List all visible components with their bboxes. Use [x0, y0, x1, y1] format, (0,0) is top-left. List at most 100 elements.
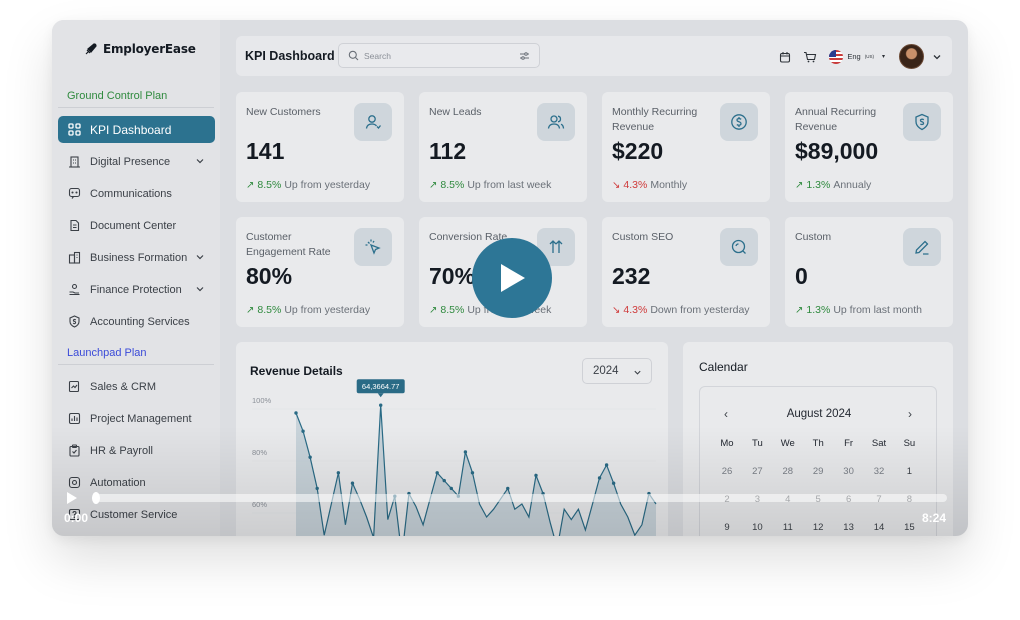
sidebar-item-finance-protection[interactable]: Finance Protection	[58, 276, 215, 303]
kpi-card-custom[interactable]: Custom 0 ↗ 1.3% Up from last month	[785, 217, 953, 327]
data-point	[449, 486, 453, 491]
kpi-value: $89,000	[795, 138, 879, 164]
document-icon	[67, 219, 81, 233]
sidebar-item-sales-crm[interactable]: Sales & CRM	[58, 373, 215, 400]
calendar-icon[interactable]	[779, 51, 791, 63]
chevron-down-icon	[196, 287, 204, 292]
video-player[interactable]: EmployerEase Ground Control Plan KPI Das…	[52, 20, 968, 536]
revenue-panel: Revenue Details 2024 100% 80% 60% 64,3664.7…	[236, 342, 668, 536]
users-icon	[537, 103, 575, 141]
chat-icon	[67, 187, 81, 201]
kpi-label: New Leads	[429, 106, 482, 118]
kpi-card-new-leads[interactable]: New Leads 112 ↗ 8.5% Up from last week	[419, 92, 587, 202]
trend-up-icon: ↗	[795, 179, 804, 191]
data-point	[294, 411, 298, 415]
data-point	[308, 455, 312, 459]
sidebar-item-digital-presence[interactable]: Digital Presence	[58, 148, 215, 175]
kpi-trend: ↘ 4.3% Monthly	[612, 179, 687, 191]
logo[interactable]: EmployerEase	[84, 42, 196, 56]
sidebar-item-label: Automation	[90, 476, 146, 489]
rocket-icon	[85, 43, 97, 55]
calendar-day[interactable]: 28	[775, 466, 801, 477]
calendar-day[interactable]: 9	[714, 522, 740, 533]
kpi-card-mrr[interactable]: Monthly Recurring Revenue $220 ↘ 4.3% Mont…	[602, 92, 770, 202]
avatar[interactable]	[899, 44, 924, 69]
sidebar-item-label: Digital Presence	[90, 155, 171, 168]
filter-icon[interactable]	[519, 51, 530, 61]
kpi-note: Up from last month	[833, 304, 923, 316]
trend-up-icon: ↗	[429, 304, 438, 316]
sidebar-item-hr-payroll[interactable]: HR & Payroll	[58, 437, 215, 464]
kpi-card-arr[interactable]: Annual Recurring Revenue $89,000 ↗ 1.3% An…	[785, 92, 953, 202]
progress-knob[interactable]	[92, 492, 100, 504]
calendar-day[interactable]: 29	[805, 466, 831, 477]
kpi-value: $220	[612, 138, 664, 164]
top-bar: KPI Dashboard Search Eng (US) ▾	[236, 36, 952, 76]
kpi-pct: 8.5%	[440, 179, 465, 191]
kpi-value: 141	[246, 138, 285, 164]
kpi-card-seo[interactable]: Custom SEO 232 ↘ 4.3% Down from yesterday	[602, 217, 770, 327]
calendar-day[interactable]: 14	[866, 522, 892, 533]
chevron-down-icon[interactable]	[932, 52, 942, 62]
sidebar-item-accounting-services[interactable]: Accounting Services	[58, 308, 215, 335]
play-button[interactable]	[472, 238, 552, 318]
divider	[58, 107, 214, 108]
calendar-day[interactable]: 27	[744, 466, 770, 477]
shield-dollar-icon	[903, 103, 941, 141]
language-select[interactable]: Eng (US) ▾	[829, 49, 885, 64]
hand-coin-icon	[67, 283, 81, 297]
data-point	[611, 481, 616, 485]
kpi-trend: ↗ 1.3% Annualy	[795, 179, 871, 191]
data-point	[597, 476, 602, 480]
calendar-day[interactable]: 1	[896, 466, 922, 477]
calendar-day[interactable]: 13	[836, 522, 862, 533]
calendar-title: Calendar	[699, 360, 748, 374]
kpi-value: 0	[795, 263, 808, 289]
calendar-day[interactable]: 32	[866, 466, 892, 477]
kpi-label: Custom SEO	[612, 231, 674, 243]
sidebar-item-document-center[interactable]: Document Center	[58, 212, 215, 239]
revenue-chart: 100%80%60%64,3664.77	[252, 379, 657, 536]
data-point	[534, 473, 538, 478]
data-point	[336, 471, 341, 475]
calendar-day[interactable]: 26	[714, 466, 740, 477]
calendar-day[interactable]: 10	[744, 522, 770, 533]
kpi-value: 80%	[246, 263, 293, 289]
cart-icon[interactable]	[803, 51, 817, 63]
calendar-day[interactable]: 12	[805, 522, 831, 533]
sidebar-item-label: HR & Payroll	[90, 444, 153, 457]
kpi-trend: ↗ 8.5% Up from yesterday	[246, 304, 370, 316]
weekday-label: Su	[903, 438, 916, 449]
calendar-day[interactable]: 11	[775, 522, 801, 533]
trend-up-icon: ↗	[429, 179, 438, 191]
weekday-label: We	[780, 438, 795, 449]
calendar-day[interactable]: 15	[896, 522, 922, 533]
play-icon[interactable]	[66, 491, 78, 505]
sidebar-item-kpi-dashboard[interactable]: KPI Dashboard	[58, 116, 215, 143]
sidebar-item-project-management[interactable]: Project Management	[58, 405, 215, 432]
kpi-note: Down from yesterday	[650, 304, 750, 316]
gear-icon	[67, 476, 81, 490]
user-icon	[354, 103, 392, 141]
sidebar-item-communications[interactable]: Communications	[58, 180, 215, 207]
sidebar-item-automation[interactable]: Automation	[58, 469, 215, 496]
progress-bar[interactable]	[92, 492, 947, 504]
kpi-pct: 8.5%	[440, 304, 465, 316]
calendar-widget: ‹ August 2024 › Mo Tu We Th Fr Sat Su 26 27 28 29 3…	[699, 386, 937, 536]
calendar-day[interactable]: 30	[836, 466, 862, 477]
top-actions: Eng (US) ▾	[779, 44, 942, 69]
kpi-card-new-customers[interactable]: New Customers 141 ↗ 8.5% Up from yesterday	[236, 92, 404, 202]
search-input[interactable]: Search	[338, 43, 540, 68]
kpi-note: Annualy	[833, 179, 872, 191]
sidebar-item-label: Document Center	[90, 219, 177, 232]
sidebar-item-business-formation[interactable]: Business Formation	[58, 244, 215, 271]
next-month-button[interactable]: ›	[908, 407, 912, 421]
search-icon	[348, 50, 359, 61]
data-point	[435, 471, 439, 475]
kpi-trend: ↗8.5%Up from last week	[429, 179, 551, 191]
kpi-card-engagement[interactable]: Customer Engagement Rate 80% ↗ 8.5% Up fro…	[236, 217, 404, 327]
data-point	[604, 463, 609, 467]
trend-down-icon: ↘	[612, 179, 621, 191]
weekday-label: Sat	[871, 438, 887, 449]
weekday-label: Mo	[720, 438, 734, 449]
